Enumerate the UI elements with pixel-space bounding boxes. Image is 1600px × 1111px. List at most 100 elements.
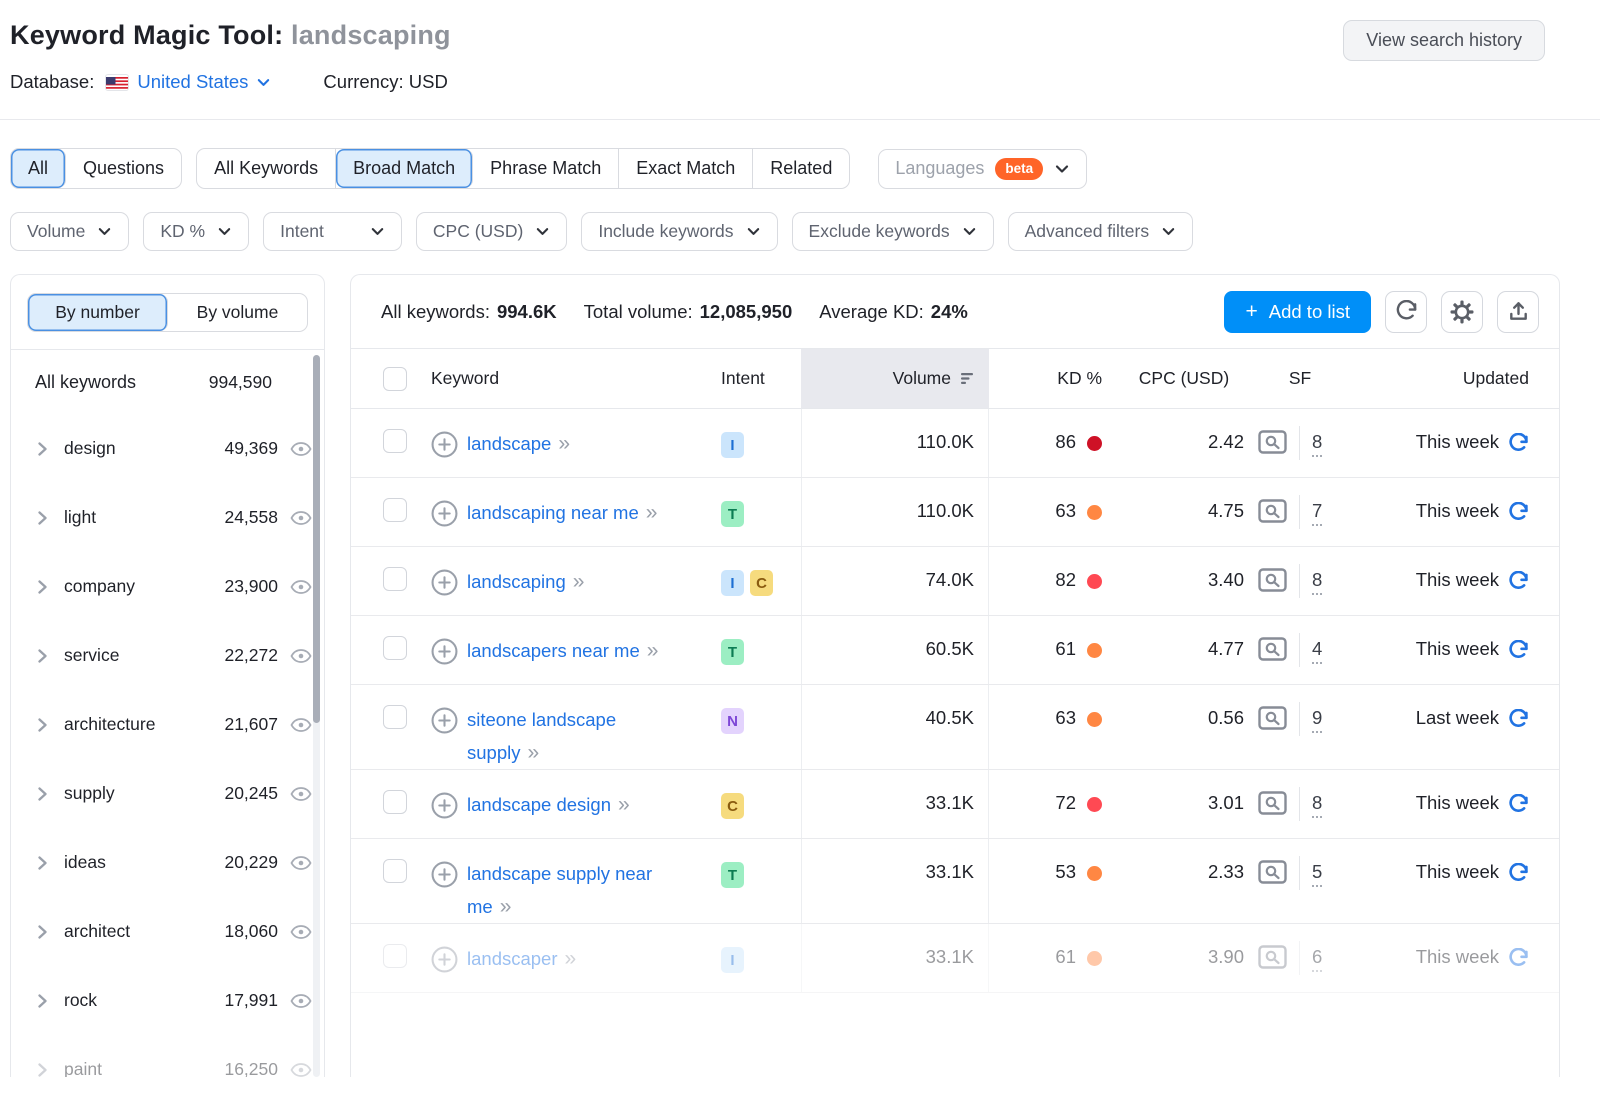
keyword-group-item[interactable]: supply 20,245 — [11, 759, 324, 828]
row-checkbox[interactable] — [383, 636, 407, 660]
column-header-cpc[interactable]: CPC (USD) — [1114, 349, 1254, 408]
serp-icon[interactable] — [1258, 860, 1287, 884]
tab-phrase-match[interactable]: Phrase Match — [473, 149, 619, 188]
filter-cpc[interactable]: CPC (USD) — [416, 212, 567, 251]
serp-icon[interactable] — [1258, 706, 1287, 730]
chevron-right-icon[interactable] — [37, 925, 48, 939]
refresh-icon[interactable] — [1508, 863, 1529, 884]
sf-value[interactable]: 8 — [1312, 430, 1322, 457]
row-checkbox[interactable] — [383, 498, 407, 522]
all-keywords-row[interactable]: All keywords 994,590 — [11, 350, 324, 414]
eye-icon[interactable] — [290, 648, 312, 664]
expand-keyword-icon[interactable]: » — [573, 570, 584, 593]
tab-broad-match[interactable]: Broad Match — [336, 149, 473, 188]
tab-all[interactable]: All — [11, 149, 66, 188]
expand-keyword-icon[interactable]: » — [647, 639, 658, 662]
refresh-icon[interactable] — [1508, 709, 1529, 730]
keyword-link[interactable]: landscape — [467, 433, 551, 454]
serp-icon[interactable] — [1258, 568, 1287, 592]
tab-questions[interactable]: Questions — [66, 149, 181, 188]
eye-icon[interactable] — [290, 510, 312, 526]
refresh-icon[interactable] — [1508, 640, 1529, 661]
serp-icon[interactable] — [1258, 945, 1287, 969]
expand-keyword-icon[interactable]: » — [618, 793, 629, 816]
eye-icon[interactable] — [290, 993, 312, 1009]
refresh-icon[interactable] — [1508, 433, 1529, 454]
sf-value[interactable]: 7 — [1312, 499, 1322, 526]
chevron-right-icon[interactable] — [37, 442, 48, 456]
keyword-link[interactable]: landscape supply near me — [467, 863, 652, 917]
chevron-right-icon[interactable] — [37, 787, 48, 801]
refresh-icon[interactable] — [1508, 571, 1529, 592]
chevron-right-icon[interactable] — [37, 649, 48, 663]
eye-icon[interactable] — [290, 855, 312, 871]
filter-exclude-keywords[interactable]: Exclude keywords — [792, 212, 994, 251]
serp-icon[interactable] — [1258, 791, 1287, 815]
refresh-icon[interactable] — [1508, 794, 1529, 815]
chevron-right-icon[interactable] — [37, 580, 48, 594]
keyword-group-item[interactable]: light 24,558 — [11, 483, 324, 552]
filter-intent[interactable]: Intent — [263, 212, 402, 251]
add-keyword-icon[interactable] — [431, 707, 458, 734]
keyword-group-item[interactable]: service 22,272 — [11, 621, 324, 690]
expand-keyword-icon[interactable]: » — [558, 432, 569, 455]
add-keyword-icon[interactable] — [431, 861, 458, 888]
tab-related[interactable]: Related — [753, 149, 849, 188]
keyword-link[interactable]: landscape design — [467, 794, 611, 815]
view-search-history-button[interactable]: View search history — [1343, 20, 1545, 61]
chevron-right-icon[interactable] — [37, 856, 48, 870]
keyword-group-item[interactable]: paint 16,250 — [11, 1035, 324, 1077]
eye-icon[interactable] — [290, 579, 312, 595]
sort-by-number-button[interactable]: By number — [28, 294, 168, 331]
column-header-kd[interactable]: KD % — [989, 349, 1114, 408]
refresh-button[interactable] — [1385, 291, 1427, 333]
tab-all-keywords[interactable]: All Keywords — [197, 149, 336, 188]
add-keyword-icon[interactable] — [431, 431, 458, 458]
add-keyword-icon[interactable] — [431, 638, 458, 665]
select-all-checkbox[interactable] — [383, 367, 407, 391]
sort-by-volume-button[interactable]: By volume — [168, 294, 307, 331]
keyword-link[interactable]: landscapers near me — [467, 640, 640, 661]
expand-keyword-icon[interactable]: » — [500, 895, 511, 918]
column-header-intent[interactable]: Intent — [721, 349, 801, 408]
sf-value[interactable]: 5 — [1312, 860, 1322, 887]
keyword-group-item[interactable]: rock 17,991 — [11, 966, 324, 1035]
chevron-right-icon[interactable] — [37, 718, 48, 732]
filter-include-keywords[interactable]: Include keywords — [581, 212, 777, 251]
keyword-group-item[interactable]: architecture 21,607 — [11, 690, 324, 759]
keyword-link[interactable]: landscaping near me — [467, 502, 639, 523]
add-to-list-button[interactable]: +Add to list — [1224, 291, 1371, 333]
row-checkbox[interactable] — [383, 705, 407, 729]
add-keyword-icon[interactable] — [431, 946, 458, 973]
filter-volume[interactable]: Volume — [10, 212, 129, 251]
row-checkbox[interactable] — [383, 790, 407, 814]
serp-icon[interactable] — [1258, 637, 1287, 661]
keyword-link[interactable]: landscaper — [467, 948, 558, 969]
keyword-group-item[interactable]: architect 18,060 — [11, 897, 324, 966]
row-checkbox[interactable] — [383, 944, 407, 968]
add-keyword-icon[interactable] — [431, 569, 458, 596]
row-checkbox[interactable] — [383, 567, 407, 591]
keyword-link[interactable]: landscaping — [467, 571, 566, 592]
eye-icon[interactable] — [290, 717, 312, 733]
database-selector[interactable]: United States — [137, 71, 271, 93]
filter-advanced[interactable]: Advanced filters — [1008, 212, 1194, 251]
sf-value[interactable]: 4 — [1312, 637, 1322, 664]
expand-keyword-icon[interactable]: » — [527, 741, 538, 764]
tab-exact-match[interactable]: Exact Match — [619, 149, 753, 188]
eye-icon[interactable] — [290, 924, 312, 940]
refresh-icon[interactable] — [1508, 948, 1529, 969]
keyword-group-item[interactable]: design 49,369 — [11, 414, 324, 483]
sf-value[interactable]: 9 — [1312, 706, 1322, 733]
export-button[interactable] — [1497, 291, 1539, 333]
column-header-sf[interactable]: SF — [1254, 349, 1346, 408]
chevron-right-icon[interactable] — [37, 994, 48, 1008]
keyword-group-item[interactable]: ideas 20,229 — [11, 828, 324, 897]
refresh-icon[interactable] — [1508, 502, 1529, 523]
eye-icon[interactable] — [290, 786, 312, 802]
serp-icon[interactable] — [1258, 499, 1287, 523]
add-keyword-icon[interactable] — [431, 792, 458, 819]
chevron-right-icon[interactable] — [37, 511, 48, 525]
keyword-group-item[interactable]: company 23,900 — [11, 552, 324, 621]
chevron-right-icon[interactable] — [37, 1063, 48, 1077]
